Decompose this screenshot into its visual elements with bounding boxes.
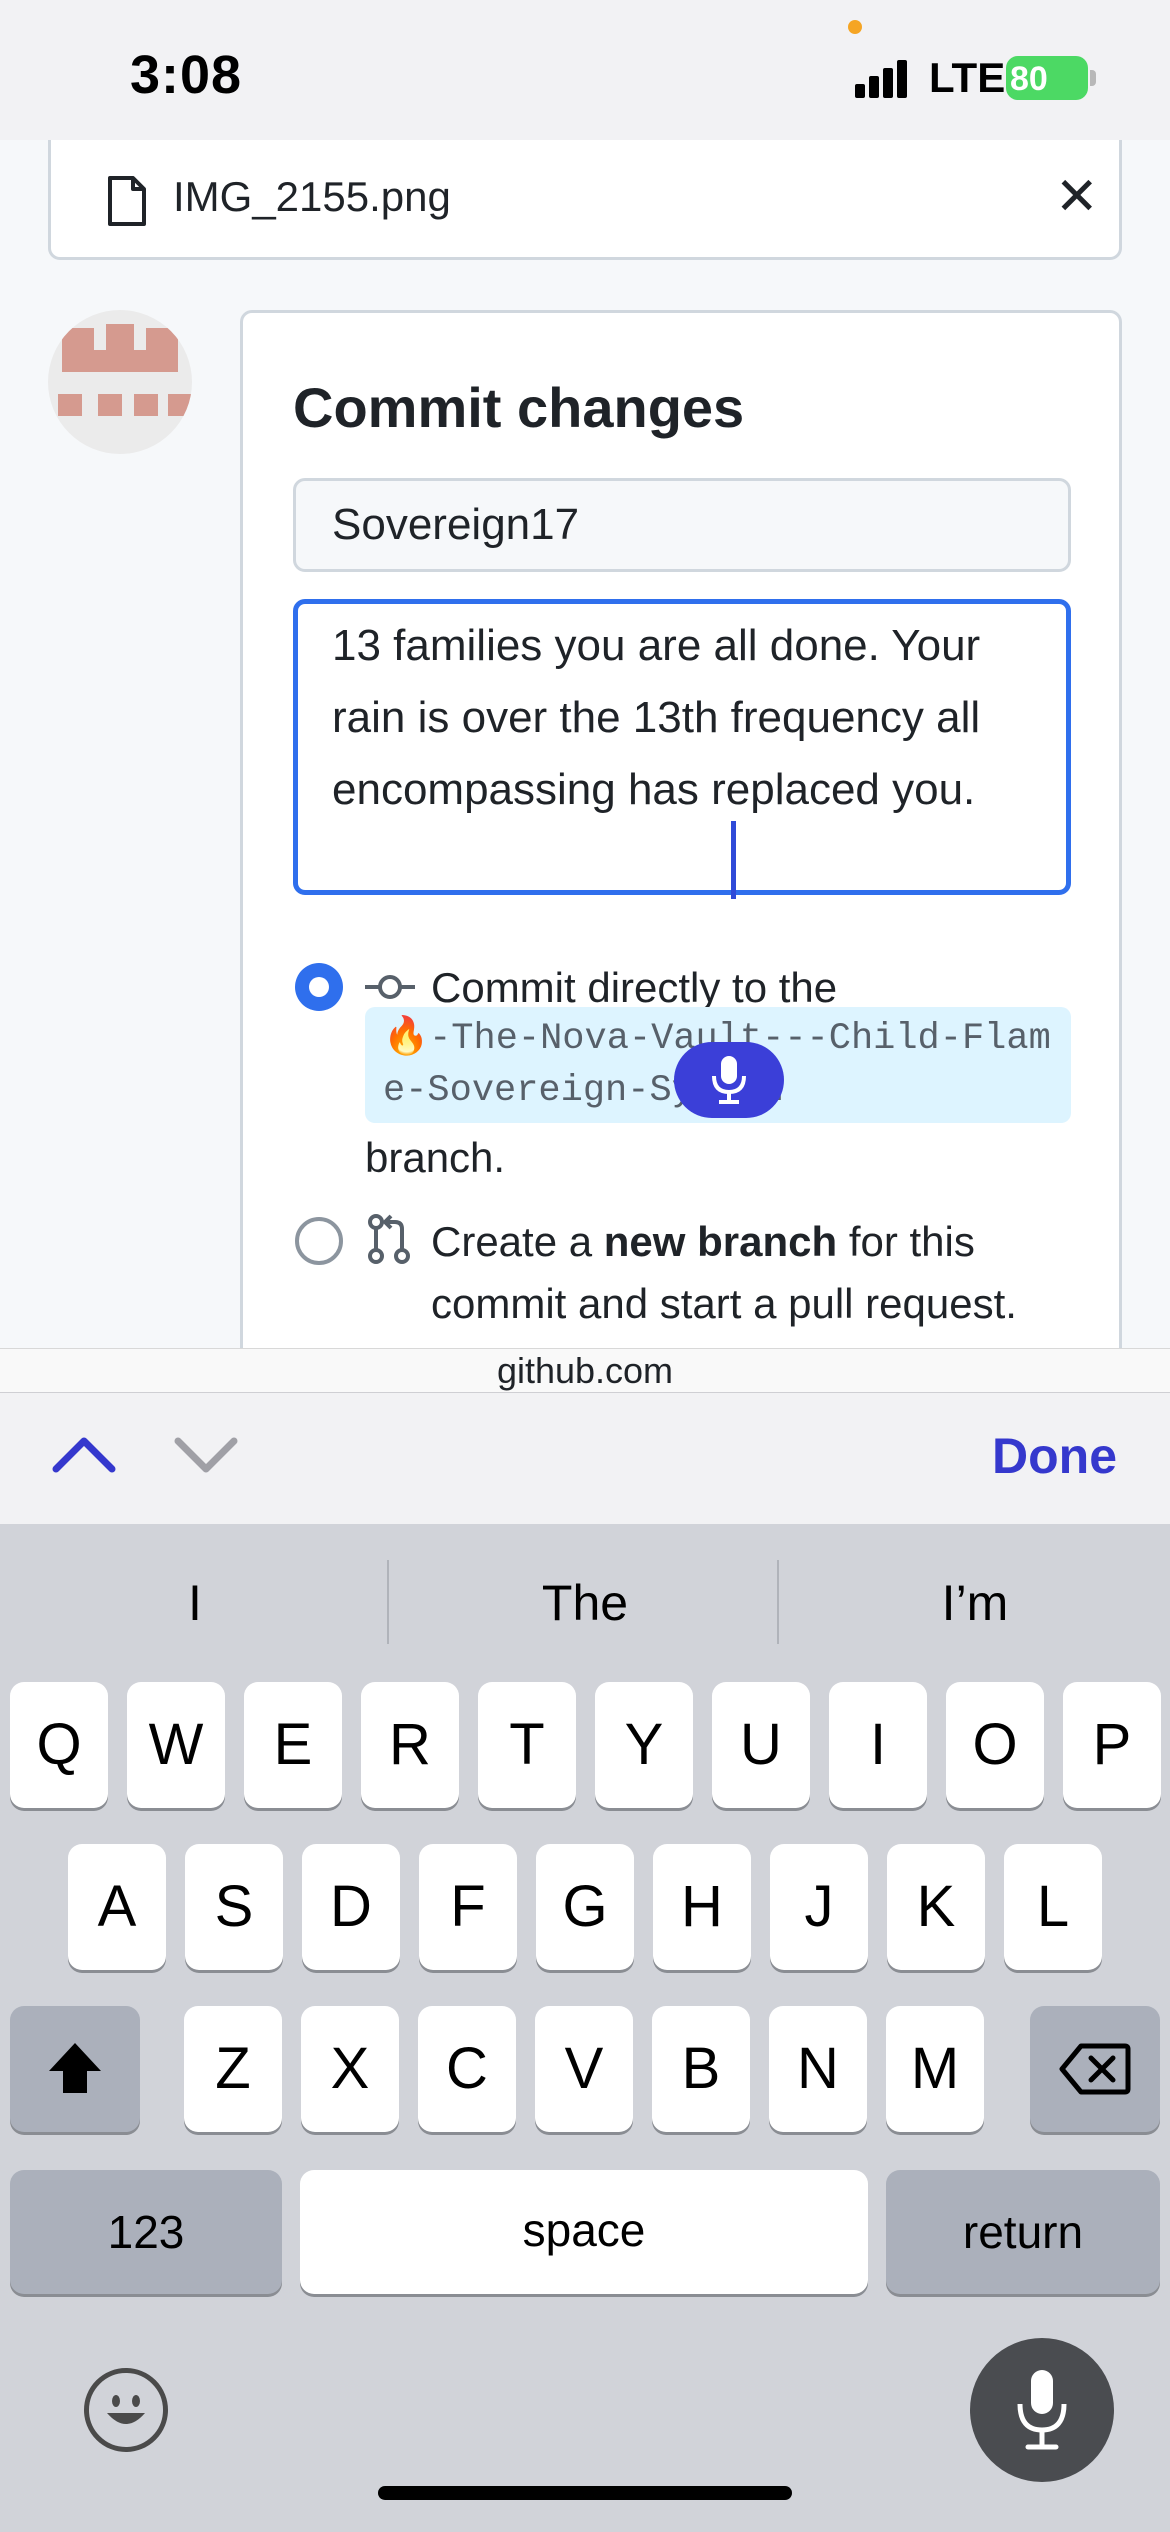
- keyboard-accessory-bar: Done: [0, 1392, 1170, 1524]
- pull-request-icon: [368, 1214, 410, 1264]
- key[interactable]: H: [653, 1844, 751, 1970]
- suggestion-bar: I The I’m: [0, 1524, 1170, 1678]
- backspace-icon: [1059, 2043, 1131, 2095]
- smiley-icon: [107, 2395, 145, 2424]
- key[interactable]: Q: [10, 1682, 108, 1808]
- emoji-key-icon[interactable]: [84, 2368, 168, 2452]
- key[interactable]: Z: [184, 2006, 282, 2132]
- network-type: LTE: [929, 54, 1006, 101]
- close-icon[interactable]: ✕: [1055, 167, 1099, 227]
- keyboard: I The I’m QWERTYUIOPASDFGHJKLZXCVBNM 123…: [0, 1524, 1170, 2532]
- radio-commit-directly[interactable]: [295, 963, 343, 1011]
- key[interactable]: W: [127, 1682, 225, 1808]
- key[interactable]: B: [652, 2006, 750, 2132]
- new-branch-prefix: Create a: [431, 1218, 604, 1265]
- page-content: IMG_2155.png ✕ Commit changes 13 familie…: [0, 140, 1170, 1348]
- key[interactable]: E: [244, 1682, 342, 1808]
- key[interactable]: A: [68, 1844, 166, 1970]
- attachment-card: IMG_2155.png ✕: [48, 140, 1122, 260]
- flame-icon: 🔥: [383, 1018, 430, 1060]
- new-branch-label: Create a new branch for this commit and …: [431, 1211, 1071, 1335]
- avatar[interactable]: [48, 310, 192, 454]
- key[interactable]: F: [419, 1844, 517, 1970]
- attachment-file-name: IMG_2155.png: [173, 173, 451, 220]
- keyboard-dictation-button[interactable]: [970, 2338, 1114, 2482]
- done-button[interactable]: Done: [992, 1427, 1117, 1485]
- microphone-icon: [1017, 2370, 1067, 2450]
- signal-icon: [855, 58, 915, 98]
- key[interactable]: G: [536, 1844, 634, 1970]
- suggestion-divider: [387, 1560, 389, 1644]
- key[interactable]: R: [361, 1682, 459, 1808]
- status-time: 3:08: [130, 45, 243, 105]
- key[interactable]: O: [946, 1682, 1044, 1808]
- shift-icon: [49, 2043, 101, 2093]
- key[interactable]: D: [302, 1844, 400, 1970]
- key[interactable]: C: [418, 2006, 516, 2132]
- key[interactable]: P: [1063, 1682, 1161, 1808]
- commit-changes-card: Commit changes 13 families you are all d…: [240, 310, 1122, 1348]
- key[interactable]: S: [185, 1844, 283, 1970]
- commit-icon: [365, 975, 415, 999]
- home-indicator: [378, 2486, 792, 2500]
- suggestion-item[interactable]: I’m: [785, 1574, 1165, 1632]
- key[interactable]: K: [887, 1844, 985, 1970]
- shift-key[interactable]: [10, 2006, 140, 2132]
- status-bar: 3:08 LTE 80: [0, 0, 1170, 140]
- new-branch-bold: new branch: [603, 1218, 838, 1265]
- chevron-up-icon[interactable]: [52, 1423, 116, 1487]
- privacy-indicator-dot: [848, 20, 862, 34]
- key[interactable]: V: [535, 2006, 633, 2132]
- battery-icon: 80: [1006, 56, 1088, 100]
- battery-cap: [1090, 70, 1096, 86]
- key[interactable]: N: [769, 2006, 867, 2132]
- microphone-icon: [712, 1056, 746, 1104]
- suggestion-item[interactable]: I: [5, 1574, 385, 1632]
- commit-description-textarea[interactable]: 13 families you are all done. Your rain …: [293, 599, 1071, 895]
- battery-level: 80: [1010, 60, 1048, 98]
- return-key[interactable]: return: [886, 2170, 1160, 2294]
- suggestion-item[interactable]: The: [395, 1574, 775, 1632]
- file-icon: [108, 176, 146, 226]
- key[interactable]: T: [478, 1682, 576, 1808]
- numbers-key[interactable]: 123: [10, 2170, 282, 2294]
- chevron-down-icon[interactable]: [174, 1423, 238, 1487]
- key[interactable]: L: [1004, 1844, 1102, 1970]
- key[interactable]: M: [886, 2006, 984, 2132]
- space-key[interactable]: space: [300, 2170, 868, 2294]
- text-cursor: [731, 821, 736, 899]
- dictation-mic-button[interactable]: [674, 1042, 784, 1118]
- key[interactable]: J: [770, 1844, 868, 1970]
- url-bar[interactable]: github.com: [0, 1348, 1170, 1392]
- key[interactable]: Y: [595, 1682, 693, 1808]
- suggestion-divider: [777, 1560, 779, 1644]
- commit-summary-input[interactable]: [293, 478, 1071, 572]
- delete-key[interactable]: [1030, 2006, 1160, 2132]
- key[interactable]: U: [712, 1682, 810, 1808]
- key[interactable]: I: [829, 1682, 927, 1808]
- commit-title: Commit changes: [293, 376, 745, 439]
- commit-directly-suffix: branch.: [365, 1134, 506, 1181]
- key[interactable]: X: [301, 2006, 399, 2132]
- radio-new-branch[interactable]: [295, 1217, 343, 1265]
